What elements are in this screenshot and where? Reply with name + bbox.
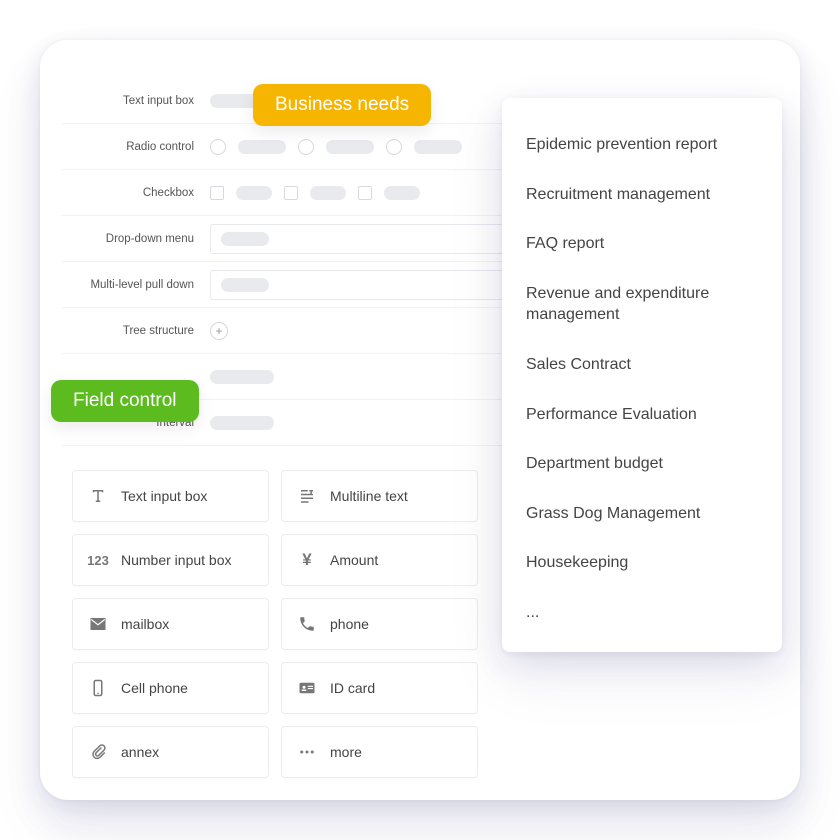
field-label: Multiline text	[330, 488, 408, 504]
number-icon: 123	[87, 549, 109, 571]
multiline-icon	[296, 485, 318, 507]
attachment-icon	[87, 741, 109, 763]
field-multiline[interactable]: Multiline text	[281, 470, 478, 522]
form-label: Drop-down menu	[72, 233, 210, 245]
form-label: Multi-level pull down	[72, 279, 210, 291]
field-label: Number input box	[121, 552, 232, 568]
form-label: Text input box	[72, 95, 210, 107]
field-label: Cell phone	[121, 680, 188, 696]
menu-item[interactable]: FAQ report	[524, 219, 760, 269]
menu-item[interactable]: Sales Contract	[524, 340, 760, 390]
radio-option[interactable]	[386, 139, 402, 155]
checkbox-option[interactable]	[358, 186, 372, 200]
field-label: more	[330, 744, 362, 760]
idcard-icon	[296, 677, 318, 699]
text-icon	[87, 485, 109, 507]
checkbox-option[interactable]	[284, 186, 298, 200]
menu-item[interactable]: Grass Dog Management	[524, 489, 760, 539]
menu-item[interactable]: Housekeeping	[524, 538, 760, 588]
field-label: Text input box	[121, 488, 207, 504]
checkbox-option[interactable]	[210, 186, 224, 200]
cellphone-icon	[87, 677, 109, 699]
field-amount[interactable]: ¥ Amount	[281, 534, 478, 586]
field-label: annex	[121, 744, 159, 760]
field-annex[interactable]: annex	[72, 726, 269, 778]
form-label: Checkbox	[72, 187, 210, 199]
field-idcard[interactable]: ID card	[281, 662, 478, 714]
yen-icon: ¥	[296, 549, 318, 571]
field-cellphone[interactable]: Cell phone	[72, 662, 269, 714]
radio-option[interactable]	[298, 139, 314, 155]
phone-icon	[296, 613, 318, 635]
field-more[interactable]: more	[281, 726, 478, 778]
more-icon	[296, 741, 318, 763]
field-label: phone	[330, 616, 369, 632]
business-needs-menu: Epidemic prevention report Recruitment m…	[502, 98, 782, 652]
menu-item[interactable]: Department budget	[524, 439, 760, 489]
business-needs-badge: Business needs	[253, 84, 431, 126]
field-mailbox[interactable]: mailbox	[72, 598, 269, 650]
mail-icon	[87, 613, 109, 635]
menu-item[interactable]: Performance Evaluation	[524, 390, 760, 440]
field-label: mailbox	[121, 616, 169, 632]
menu-item[interactable]: Epidemic prevention report	[524, 120, 760, 170]
form-label: Tree structure	[72, 325, 210, 337]
menu-item[interactable]: Recruitment management	[524, 170, 760, 220]
menu-item[interactable]: ...	[524, 588, 760, 638]
radio-option[interactable]	[210, 139, 226, 155]
field-label: Amount	[330, 552, 378, 568]
field-number[interactable]: 123 Number input box	[72, 534, 269, 586]
add-tree-node-button[interactable]: +	[210, 322, 228, 340]
field-label: ID card	[330, 680, 375, 696]
field-control-badge: Field control	[51, 380, 199, 422]
form-label: Radio control	[72, 141, 210, 153]
menu-item[interactable]: Revenue and expenditure management	[524, 269, 760, 340]
field-control-grid: Text input box Multiline text 123 Number…	[72, 470, 478, 778]
field-text-input[interactable]: Text input box	[72, 470, 269, 522]
field-phone[interactable]: phone	[281, 598, 478, 650]
